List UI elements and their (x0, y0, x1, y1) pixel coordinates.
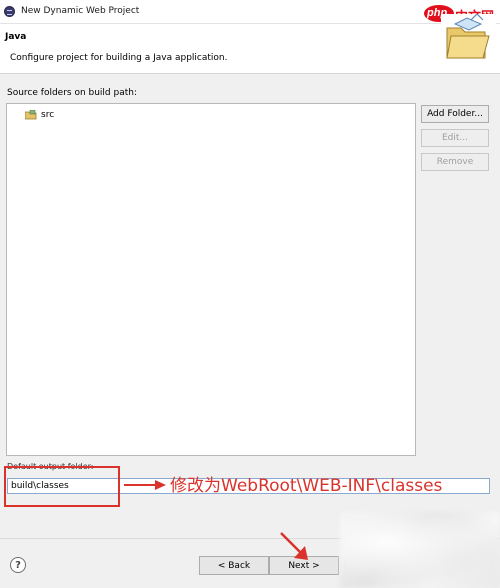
add-folder-button[interactable]: Add Folder... (421, 105, 489, 123)
page-title: Java (5, 32, 27, 42)
edit-button[interactable]: Edit... (421, 129, 489, 147)
help-button[interactable]: ? (10, 557, 26, 573)
source-folders-tree[interactable]: src (6, 103, 416, 456)
page-description: Configure project for building a Java ap… (10, 53, 228, 63)
source-package-icon (25, 110, 37, 120)
back-button[interactable]: < Back (199, 556, 269, 575)
annotation-arrow-icon (124, 480, 166, 490)
annotation-text: 修改为WebRoot\WEB-INF\classes (170, 476, 443, 496)
remove-button[interactable]: Remove (421, 153, 489, 171)
blurred-region (340, 512, 500, 588)
tree-item-src[interactable]: src (25, 109, 54, 121)
eclipse-app-icon (4, 6, 15, 17)
tree-item-label: src (41, 110, 55, 120)
wizard-header: Java Configure project for building a Ja… (0, 24, 500, 74)
source-folders-label: Source folders on build path: (7, 88, 138, 98)
window-title: New Dynamic Web Project (21, 6, 140, 16)
folder-banner-icon (441, 14, 496, 64)
annotation-highlight-box (4, 466, 120, 507)
next-pointer-arrow-icon (280, 532, 308, 560)
